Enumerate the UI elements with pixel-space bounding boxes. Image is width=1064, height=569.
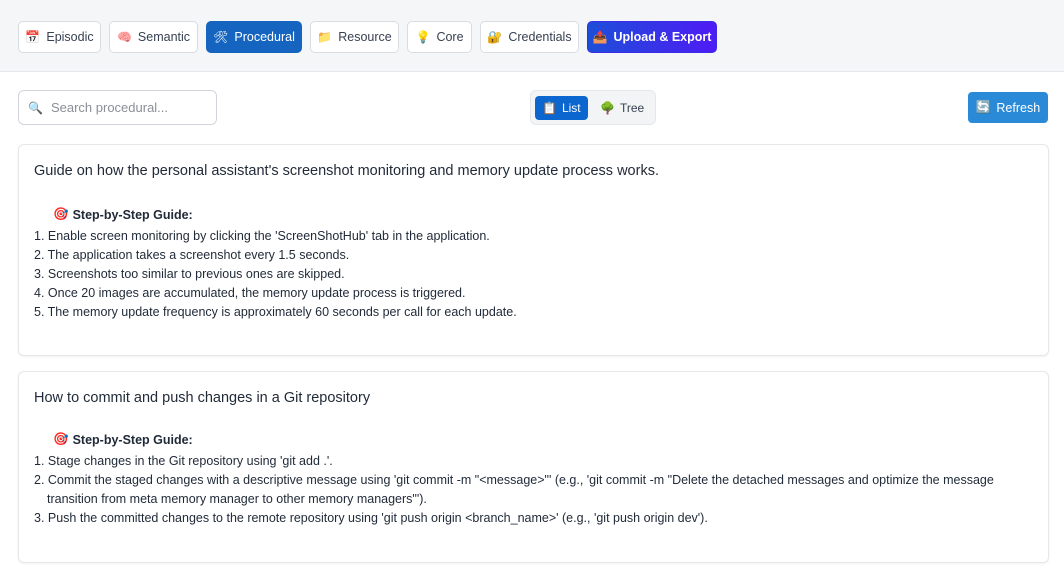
- tab-label: Episodic: [46, 30, 94, 44]
- tab-label: Core: [436, 30, 464, 44]
- folder-icon: 📁: [317, 30, 333, 44]
- lock-icon: 🔐: [487, 30, 503, 44]
- tab-credentials[interactable]: 🔐 Credentials: [480, 21, 579, 53]
- guide-heading-label: Step-by-Step Guide:: [72, 432, 193, 447]
- steps-list: 1. Stage changes in the Git repository u…: [34, 452, 1024, 528]
- search-box[interactable]: 🔍: [18, 90, 217, 125]
- procedure-card[interactable]: Guide on how the personal assistant's sc…: [18, 144, 1049, 356]
- guide-heading: 🎯 Step-by-Step Guide:: [53, 432, 193, 447]
- tab-procedural[interactable]: 🛠 Procedural: [206, 21, 302, 53]
- step-item: 1. Enable screen monitoring by clicking …: [34, 229, 490, 243]
- tab-semantic[interactable]: 🧠 Semantic: [109, 21, 198, 53]
- step-item: 2. Commit the staged changes with a desc…: [34, 473, 994, 506]
- lightbulb-icon: 💡: [415, 30, 431, 44]
- tab-resource[interactable]: 📁 Resource: [310, 21, 399, 53]
- view-list-button[interactable]: 📋 List: [535, 96, 588, 120]
- step-item: 3. Screenshots too similar to previous o…: [34, 267, 345, 281]
- step-item: 2. The application takes a screenshot ev…: [34, 248, 350, 262]
- view-tree-label: Tree: [619, 101, 645, 115]
- target-icon: 🎯: [53, 207, 69, 221]
- view-tree-button[interactable]: 🌳 Tree: [593, 96, 651, 120]
- tab-label: Upload & Export: [613, 30, 712, 44]
- tab-label: Resource: [338, 30, 392, 44]
- tab-label: Procedural: [234, 30, 295, 44]
- steps-list: 1. Enable screen monitoring by clicking …: [34, 227, 1024, 322]
- upload-icon: 📤: [592, 30, 608, 44]
- refresh-icon: 🔄: [975, 100, 992, 114]
- refresh-button[interactable]: 🔄 Refresh: [968, 92, 1048, 123]
- tab-episodic[interactable]: 📅 Episodic: [18, 21, 101, 53]
- step-item: 4. Once 20 images are accumulated, the m…: [34, 286, 466, 300]
- procedure-title: How to commit and push changes in a Git …: [34, 390, 371, 406]
- guide-heading: 🎯 Step-by-Step Guide:: [53, 207, 193, 222]
- tab-label: Credentials: [508, 30, 572, 44]
- tab-core[interactable]: 💡 Core: [407, 21, 472, 53]
- procedure-title: Guide on how the personal assistant's sc…: [34, 163, 659, 179]
- clipboard-icon: 📋: [542, 101, 557, 115]
- memory-type-tabbar: 📅 Episodic 🧠 Semantic 🛠 Procedural 📁 Res…: [0, 0, 1064, 72]
- view-toggle: 📋 List 🌳 Tree: [530, 90, 656, 125]
- view-list-label: List: [561, 101, 581, 115]
- target-icon: 🎯: [53, 432, 69, 446]
- guide-heading-label: Step-by-Step Guide:: [72, 207, 193, 222]
- tree-icon: 🌳: [600, 101, 615, 115]
- tab-label: Semantic: [137, 30, 191, 44]
- tools-icon: 🛠: [213, 30, 229, 44]
- step-item: 5. The memory update frequency is approx…: [34, 305, 517, 319]
- refresh-label: Refresh: [996, 100, 1041, 115]
- brain-icon: 🧠: [116, 30, 132, 44]
- procedure-card[interactable]: How to commit and push changes in a Git …: [18, 371, 1049, 563]
- upload-export-button[interactable]: 📤 Upload & Export: [587, 21, 717, 53]
- step-item: 3. Push the committed changes to the rem…: [34, 511, 708, 525]
- search-input[interactable]: [50, 100, 211, 115]
- step-item: 1. Stage changes in the Git repository u…: [34, 454, 333, 468]
- calendar-icon: 📅: [25, 30, 41, 44]
- search-icon: 🔍: [28, 100, 43, 115]
